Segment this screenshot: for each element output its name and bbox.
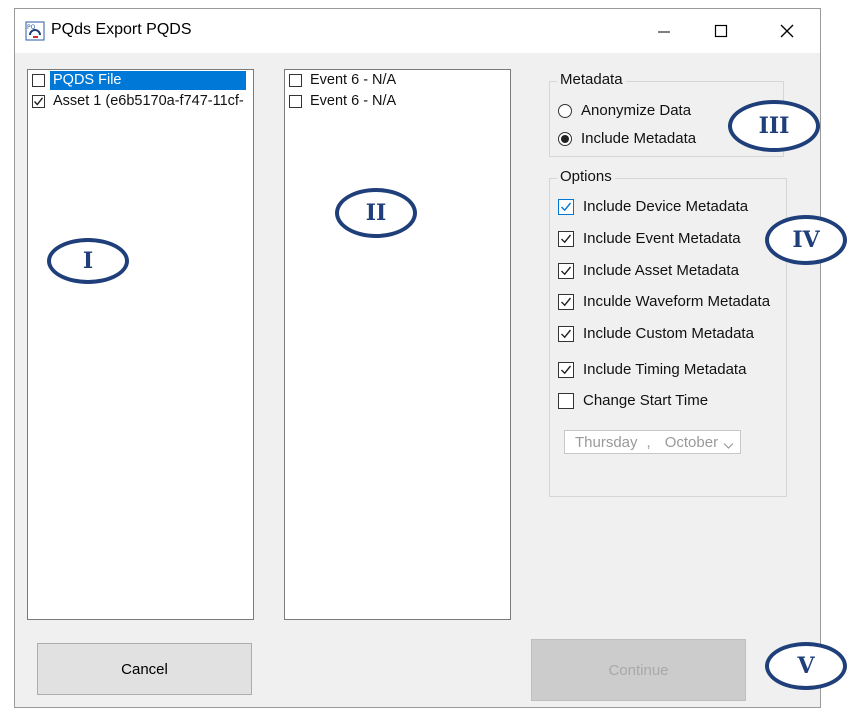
maximize-button[interactable] (699, 15, 743, 47)
option-checkbox[interactable] (558, 198, 574, 215)
asset-checkbox[interactable] (32, 95, 45, 108)
pqds-app-icon: PQ (25, 21, 45, 41)
options-group: Options Include Device Metadata Include … (549, 168, 787, 497)
radio-button[interactable] (558, 131, 572, 146)
option-checkbox[interactable] (558, 392, 574, 409)
option-device-metadata[interactable]: Include Device Metadata (558, 198, 748, 215)
option-event-metadata[interactable]: Include Event Metadata (558, 230, 741, 247)
checkmark-icon (33, 97, 44, 106)
maximize-icon (714, 24, 728, 38)
option-label: Inculde Waveform Metadata (583, 293, 771, 310)
list-item[interactable]: Event 6 - N/A (285, 91, 510, 112)
date-weekday: Thursday (575, 433, 638, 451)
annotation-marker-v: V (765, 642, 847, 690)
option-checkbox[interactable] (558, 262, 574, 279)
cancel-button[interactable]: Cancel (37, 643, 252, 695)
start-time-date-picker[interactable]: Thursday , October (564, 430, 741, 454)
continue-button[interactable]: Continue (531, 639, 746, 701)
option-change-start-time[interactable]: Change Start Time (558, 392, 708, 409)
list-item[interactable]: Asset 1 (e6b5170a-f747-11cf- (28, 91, 253, 112)
title-bar: PQ PQds Export PQDS (15, 9, 820, 53)
option-timing-metadata[interactable]: Include Timing Metadata (558, 361, 746, 378)
option-checkbox[interactable] (558, 293, 574, 310)
options-group-title: Options (557, 168, 615, 185)
include-metadata-radio[interactable]: Include Metadata (558, 130, 696, 147)
list-item-label: Event 6 - N/A (310, 93, 397, 109)
list-item-label: Event 6 - N/A (310, 72, 397, 88)
file-asset-list[interactable]: PQDS File Asset 1 (e6b5170a-f747-11cf- (27, 69, 254, 620)
annotation-marker-i: I (47, 238, 129, 284)
anonymize-data-radio[interactable]: Anonymize Data (558, 102, 691, 119)
chevron-down-icon[interactable] (723, 437, 734, 454)
annotation-marker-iii: III (728, 100, 820, 152)
close-icon (780, 24, 794, 38)
option-waveform-metadata[interactable]: Inculde Waveform Metadata (558, 293, 770, 310)
option-checkbox[interactable] (558, 325, 574, 342)
event-checkbox[interactable] (289, 74, 302, 87)
annotation-marker-iv: IV (765, 215, 847, 265)
close-button[interactable] (765, 15, 809, 47)
date-month: October (664, 433, 719, 451)
option-checkbox[interactable] (558, 361, 574, 378)
checkmark-icon (561, 365, 572, 374)
checkmark-icon (561, 329, 572, 338)
checkmark-icon (561, 297, 572, 306)
event-checkbox[interactable] (289, 95, 302, 108)
option-label: Include Event Metadata (583, 230, 741, 247)
annotation-marker-ii: II (335, 188, 417, 238)
checkmark-icon (561, 234, 572, 243)
window-title: PQds Export PQDS (51, 21, 192, 38)
metadata-group-title: Metadata (557, 71, 626, 88)
option-label: Include Timing Metadata (583, 361, 747, 378)
anonymize-data-label: Anonymize Data (581, 102, 692, 119)
list-item-label: Asset 1 (e6b5170a-f747-11cf- (53, 93, 244, 109)
radio-dot-icon (561, 134, 569, 143)
option-label: Include Custom Metadata (583, 325, 754, 342)
minimize-button[interactable] (642, 15, 686, 47)
list-item-label: PQDS File (50, 71, 246, 90)
list-item[interactable]: Event 6 - N/A (285, 70, 510, 91)
include-metadata-label: Include Metadata (581, 130, 697, 147)
option-label: Change Start Time (583, 392, 709, 409)
option-checkbox[interactable] (558, 230, 574, 247)
option-custom-metadata[interactable]: Include Custom Metadata (558, 325, 754, 342)
date-separator: , (646, 433, 651, 451)
minimize-icon (658, 31, 670, 33)
option-label: Include Device Metadata (583, 198, 749, 215)
radio-button[interactable] (558, 103, 572, 118)
pqds-file-checkbox[interactable] (32, 74, 45, 87)
export-dialog: PQ PQds Export PQDS PQDS File Asset 1 (e… (14, 8, 821, 708)
checkmark-icon (561, 266, 572, 275)
option-asset-metadata[interactable]: Include Asset Metadata (558, 262, 739, 279)
option-label: Include Asset Metadata (583, 262, 739, 279)
checkmark-icon (561, 202, 572, 211)
list-item[interactable]: PQDS File (28, 70, 253, 91)
event-list[interactable]: Event 6 - N/A Event 6 - N/A (284, 69, 511, 620)
